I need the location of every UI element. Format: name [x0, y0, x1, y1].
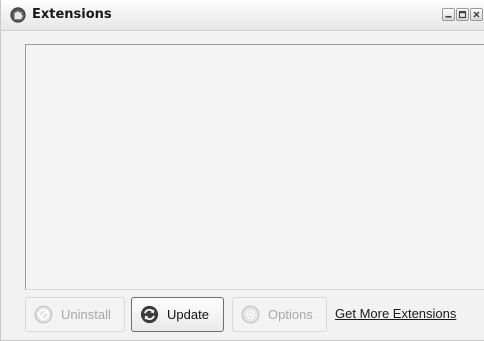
options-gear-icon [241, 305, 260, 324]
update-icon [140, 305, 159, 324]
options-button[interactable]: Options [232, 297, 327, 332]
maximize-icon[interactable] [456, 8, 469, 21]
puzzle-globe-icon [10, 7, 26, 23]
update-label: Update [167, 307, 209, 322]
options-label: Options [268, 307, 313, 322]
update-button[interactable]: Update [131, 297, 224, 332]
close-icon[interactable] [470, 8, 483, 21]
title-bar[interactable]: Extensions [1, 0, 484, 31]
uninstall-icon [34, 305, 53, 324]
uninstall-button[interactable]: Uninstall [25, 297, 125, 332]
window-title: Extensions [32, 7, 112, 22]
uninstall-label: Uninstall [61, 307, 111, 322]
extensions-window: Extensions Uninstall Update Options Get … [0, 0, 484, 341]
minimize-icon[interactable] [442, 8, 455, 21]
get-more-extensions-link[interactable]: Get More Extensions [335, 306, 456, 322]
extension-list[interactable] [25, 44, 484, 290]
